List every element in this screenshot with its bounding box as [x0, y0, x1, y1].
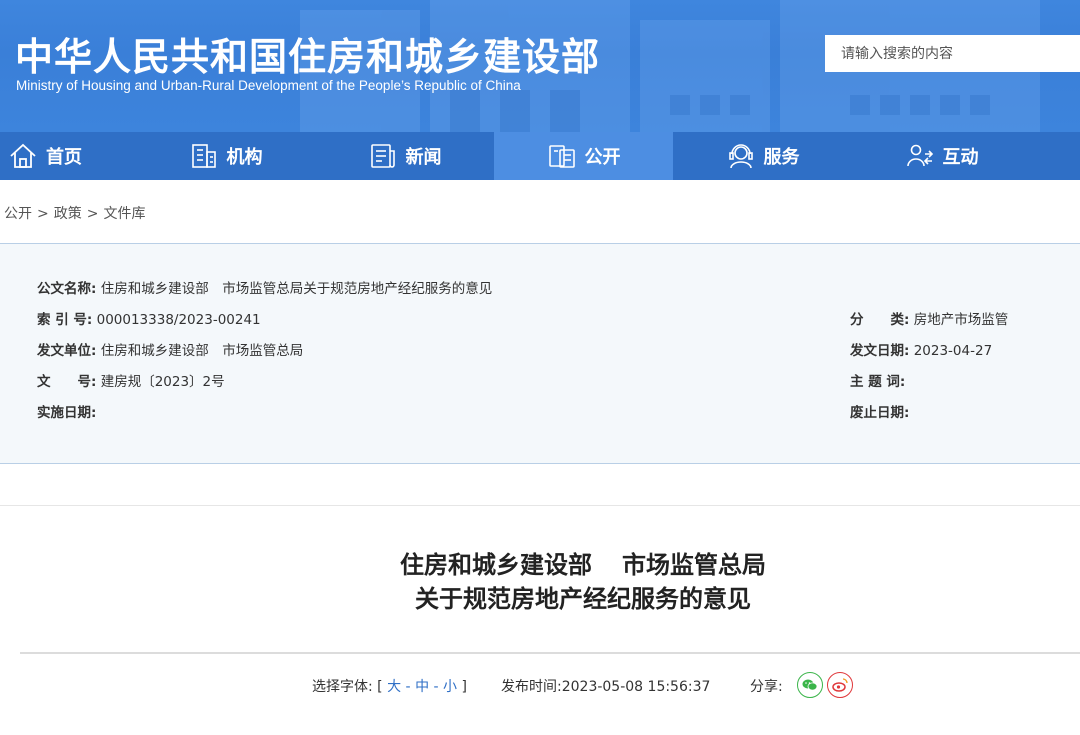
document-icon — [547, 141, 577, 171]
doc-number-row: 文 号: 建房规〔2023〕2号 — [37, 370, 225, 390]
site-subtitle: Ministry of Housing and Urban-Rural Deve… — [16, 78, 521, 93]
bracket-close: ] — [461, 679, 467, 695]
share-label: 分享: — [750, 679, 783, 695]
index-row: 索 引 号: 000013338/2023-00241 — [37, 308, 261, 328]
nav-item-home[interactable]: 首页 — [0, 132, 136, 180]
font-separator: - — [433, 679, 439, 695]
doc-name-label: 公文名称: — [37, 281, 97, 297]
keywords-label: 主 题 词: — [850, 374, 906, 390]
doc-number-label: 文 号: — [37, 374, 97, 390]
breadcrumb-policy[interactable]: 政策 — [54, 206, 82, 222]
issue-date-label: 发文日期: — [850, 343, 910, 359]
breadcrumb-separator: > — [37, 206, 49, 222]
issuer-row: 发文单位: 住房和城乡建设部 市场监管总局 — [37, 339, 303, 359]
newspaper-icon — [368, 141, 398, 171]
nav-item-organization[interactable]: 机构 — [136, 132, 315, 180]
wechat-share-icon[interactable] — [797, 672, 823, 698]
category-value: 房地产市场监管 — [913, 312, 1009, 328]
doc-name-value: 住房和城乡建设部 市场监管总局关于规范房地产经纪服务的意见 — [100, 281, 493, 297]
category-label: 分 类: — [850, 312, 910, 328]
site-title[interactable]: 中华人民共和国住房和城乡建设部 — [15, 26, 600, 81]
header-banner: 中华人民共和国住房和城乡建设部 Ministry of Housing and … — [0, 0, 1080, 132]
publish-time-value: 2023-05-08 15:56:37 — [561, 679, 711, 695]
section-divider — [0, 505, 1080, 506]
article-title-line-1: 住房和城乡建设部 市场监管总局 — [0, 548, 1080, 582]
nav-label: 机构 — [226, 147, 263, 168]
nav-label: 公开 — [584, 147, 621, 168]
font-medium-link[interactable]: 中 — [415, 679, 429, 695]
nav-label: 新闻 — [405, 147, 442, 168]
font-size-selector: 选择字体: [ 大 - 中 - 小 ] — [312, 676, 467, 696]
font-large-link[interactable]: 大 — [387, 679, 401, 695]
article-title-line-2: 关于规范房地产经纪服务的意见 — [415, 585, 751, 613]
font-size-label: 选择字体: — [312, 679, 373, 695]
document-info-panel: 公文名称: 住房和城乡建设部 市场监管总局关于规范房地产经纪服务的意见 索 引 … — [0, 243, 1080, 464]
publish-time: 发布时间:2023-05-08 15:56:37 — [501, 676, 710, 696]
nav-item-interaction[interactable]: 互动 — [852, 132, 1031, 180]
publish-time-label: 发布时间: — [501, 679, 562, 695]
expiry-date-label: 废止日期: — [850, 405, 910, 421]
category-row: 分 类: 房地产市场监管 — [850, 308, 1008, 328]
article-title-issuer-b: 市场监管总局 — [622, 551, 766, 579]
index-label: 索 引 号: — [37, 312, 93, 328]
breadcrumb: 公开 > 政策 > 文件库 — [4, 203, 145, 223]
breadcrumb-file-library[interactable]: 文件库 — [103, 206, 145, 222]
nav-label: 互动 — [942, 147, 979, 168]
expiry-date-row: 废止日期: — [850, 401, 909, 421]
title-divider — [20, 652, 1080, 654]
issue-date-row: 发文日期: 2023-04-27 — [850, 339, 992, 359]
main-nav: 首页 机构 新闻 公开 服务 互动 — [0, 132, 1080, 180]
index-value: 000013338/2023-00241 — [96, 312, 261, 328]
effective-date-label: 实施日期: — [37, 405, 97, 421]
font-small-link[interactable]: 小 — [443, 679, 457, 695]
font-separator: - — [405, 679, 411, 695]
building-icon — [189, 141, 219, 171]
keywords-row: 主 题 词: — [850, 370, 905, 390]
nav-label: 服务 — [763, 147, 800, 168]
issue-date-value: 2023-04-27 — [913, 343, 993, 359]
nav-label: 首页 — [46, 147, 82, 168]
doc-name-row: 公文名称: 住房和城乡建设部 市场监管总局关于规范房地产经纪服务的意见 — [37, 277, 492, 297]
issuer-label: 发文单位: — [37, 343, 97, 359]
interaction-icon — [905, 141, 935, 171]
bracket-open: [ — [377, 679, 383, 695]
nav-item-service[interactable]: 服务 — [673, 132, 852, 180]
article-title: 住房和城乡建设部 市场监管总局 关于规范房地产经纪服务的意见 — [0, 548, 1080, 616]
breadcrumb-separator: > — [86, 206, 99, 222]
nav-item-news[interactable]: 新闻 — [315, 132, 494, 180]
weibo-share-icon[interactable] — [827, 672, 853, 698]
effective-date-row: 实施日期: — [37, 401, 96, 421]
issuer-value: 住房和城乡建设部 市场监管总局 — [100, 343, 304, 359]
nav-item-public[interactable]: 公开 — [494, 132, 673, 180]
doc-number-value: 建房规〔2023〕2号 — [100, 374, 225, 390]
breadcrumb-public[interactable]: 公开 — [4, 206, 32, 222]
search-input[interactable] — [825, 35, 1080, 72]
service-icon — [726, 141, 756, 171]
home-icon — [8, 141, 38, 171]
article-title-issuer-a: 住房和城乡建设部 — [400, 551, 592, 579]
